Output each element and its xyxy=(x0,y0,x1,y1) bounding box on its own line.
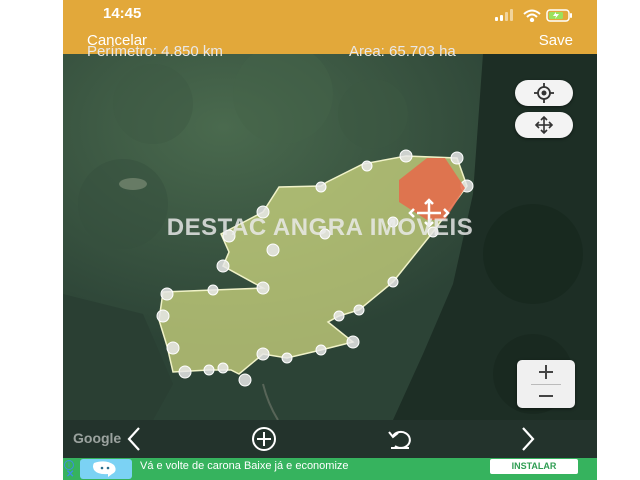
ad-side-area xyxy=(0,458,63,480)
locate-icon xyxy=(534,83,554,103)
google-attribution: Google xyxy=(73,430,122,446)
chevron-right-icon[interactable] xyxy=(513,424,543,454)
minus-icon xyxy=(539,395,553,397)
signal-icon xyxy=(495,9,513,21)
edit-toolbar xyxy=(63,420,597,458)
battery-icon xyxy=(546,9,572,22)
perimeter-value: Perímetro: 4.850 km xyxy=(87,45,223,60)
add-point-icon[interactable] xyxy=(249,424,279,454)
chevron-left-icon[interactable] xyxy=(119,424,149,454)
plus-icon xyxy=(539,365,553,379)
undo-icon[interactable] xyxy=(385,424,415,454)
zoom-in-button[interactable] xyxy=(517,360,575,384)
chat-bubble-icon xyxy=(93,461,116,477)
app-screen: 14:45 Cancelar Save Perímetro: 4.850 km … xyxy=(0,0,640,480)
area-value: Área: 65.703 ha xyxy=(349,45,456,60)
install-button[interactable]: INSTALAR xyxy=(490,459,578,474)
move-arrows-icon xyxy=(534,115,554,135)
wifi-icon xyxy=(523,9,541,22)
status-time: 14:45 xyxy=(103,5,142,22)
status-bar: 14:45 xyxy=(63,0,597,28)
watermark-text: DESTAC ANGRA IMOVEIS xyxy=(166,214,474,241)
zoom-out-button[interactable] xyxy=(517,384,575,408)
ad-text: Vá e volte de carona Baixe já e economiz… xyxy=(140,460,349,472)
zoom-control xyxy=(517,360,575,408)
locate-button[interactable] xyxy=(515,80,573,106)
move-button[interactable] xyxy=(515,112,573,138)
status-icons xyxy=(495,9,572,22)
measurement-bar: Perímetro: 4.850 km Área: 65.703 ha xyxy=(63,45,597,61)
ad-logo xyxy=(80,459,132,479)
ad-close-icon[interactable]: ✕ xyxy=(66,469,74,480)
